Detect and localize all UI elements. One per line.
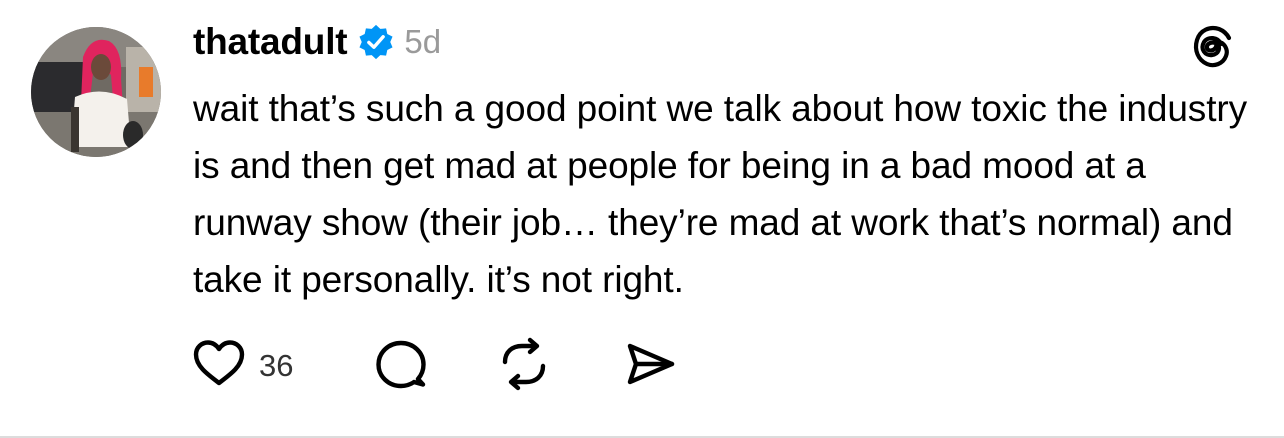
post-text: wait that’s such a good point we talk ab… bbox=[193, 88, 1248, 300]
share-button[interactable] bbox=[622, 338, 678, 394]
post-header: thatadult 5d bbox=[193, 18, 441, 66]
comment-bubble-icon bbox=[373, 336, 429, 397]
threads-logo-icon[interactable] bbox=[1188, 22, 1238, 72]
thread-post: thatadult 5d wait that’s such a good poi… bbox=[0, 0, 1284, 438]
verified-badge-icon bbox=[357, 23, 395, 61]
username[interactable]: thatadult bbox=[193, 21, 348, 63]
reply-button[interactable] bbox=[373, 338, 429, 394]
heart-icon bbox=[191, 336, 247, 397]
avatar[interactable] bbox=[31, 27, 161, 157]
send-icon bbox=[622, 336, 678, 397]
avatar-photo bbox=[31, 27, 161, 157]
repost-button[interactable] bbox=[494, 336, 554, 397]
post-timestamp[interactable]: 5d bbox=[404, 23, 441, 61]
like-button[interactable]: 36 bbox=[191, 338, 293, 394]
repost-icon bbox=[494, 336, 554, 397]
like-count: 36 bbox=[259, 348, 294, 383]
